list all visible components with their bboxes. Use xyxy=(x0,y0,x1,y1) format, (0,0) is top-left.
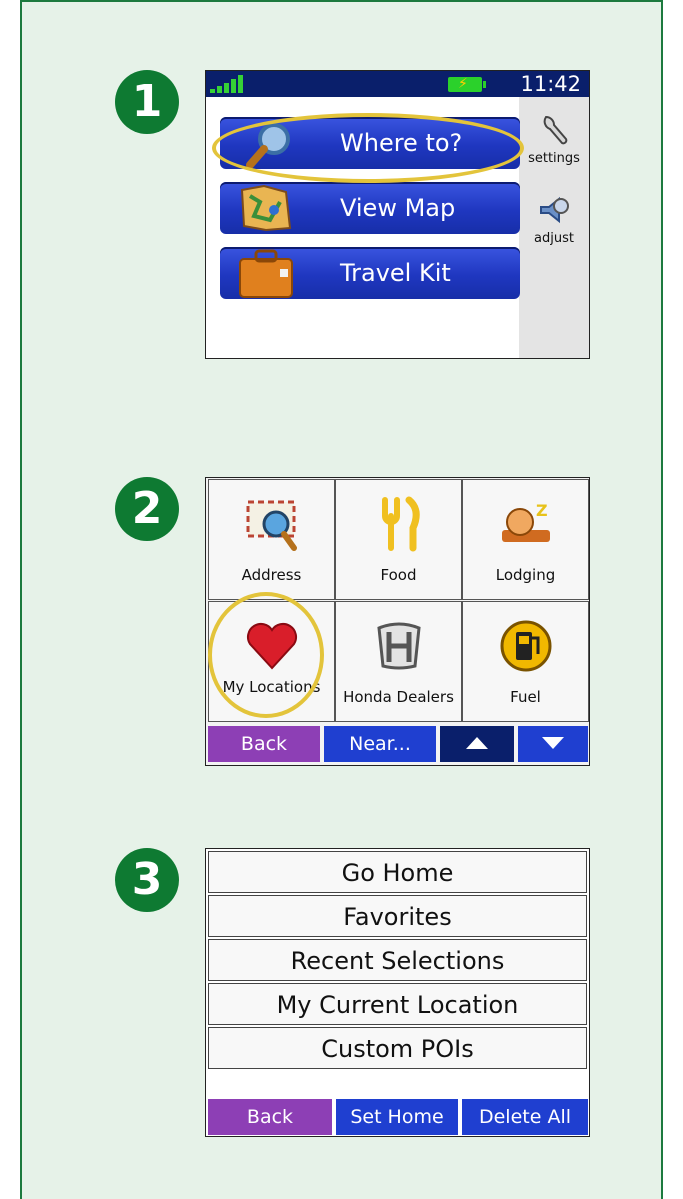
view-map-label: View Map xyxy=(340,194,456,222)
category-label: Honda Dealers xyxy=(343,688,454,706)
delete-all-button[interactable]: Delete All xyxy=(462,1099,588,1135)
fork-knife-icon xyxy=(382,496,420,552)
category-label: Lodging xyxy=(495,566,556,584)
honda-logo-icon xyxy=(377,622,421,670)
adjust-button[interactable]: adjust xyxy=(519,193,589,246)
list-item-custom-pois[interactable]: Custom POIs xyxy=(208,1027,587,1069)
step-2-badge: 2 xyxy=(115,477,179,541)
view-map-button[interactable]: View Map xyxy=(220,182,520,234)
fuel-pump-icon xyxy=(500,620,552,672)
svg-text:Z: Z xyxy=(536,501,548,520)
category-lodging[interactable]: Z Lodging xyxy=(462,479,589,600)
category-label: Address xyxy=(241,566,302,584)
back-button[interactable]: Back xyxy=(208,1099,332,1135)
signal-bars-icon xyxy=(210,75,243,93)
adjust-label: adjust xyxy=(534,231,574,246)
status-bar: ⚡ 11:42 xyxy=(206,71,589,97)
wrench-icon xyxy=(543,115,568,145)
category-food[interactable]: Food xyxy=(335,479,462,600)
step-1-badge: 1 xyxy=(115,70,179,134)
category-honda-dealers[interactable]: Honda Dealers xyxy=(335,601,462,722)
my-locations-screen: Go Home Favorites Recent Selections My C… xyxy=(205,848,590,1137)
travel-kit-button[interactable]: Travel Kit xyxy=(220,247,520,299)
category-address[interactable]: Address xyxy=(208,479,335,600)
address-envelope-icon xyxy=(246,500,297,551)
sleeping-face-icon: Z xyxy=(502,501,550,542)
map-icon xyxy=(240,184,292,232)
scroll-up-button[interactable] xyxy=(440,726,514,762)
list-item-recent-selections[interactable]: Recent Selections xyxy=(208,939,587,981)
suitcase-icon xyxy=(239,249,293,298)
clock: 11:42 xyxy=(520,72,581,96)
where-to-highlight xyxy=(212,113,524,183)
arrow-down-icon xyxy=(542,737,564,749)
set-home-button[interactable]: Set Home xyxy=(336,1099,458,1135)
step-3-badge: 3 xyxy=(115,848,179,912)
travel-kit-label: Travel Kit xyxy=(340,259,451,287)
list-item-my-current-location[interactable]: My Current Location xyxy=(208,983,587,1025)
scroll-down-button[interactable] xyxy=(518,726,588,762)
speaker-icon xyxy=(540,196,569,224)
settings-label: settings xyxy=(528,151,580,166)
category-label: Fuel xyxy=(510,688,541,706)
near-button[interactable]: Near... xyxy=(324,726,436,762)
settings-button[interactable]: settings xyxy=(519,113,589,166)
my-locations-highlight xyxy=(208,592,324,718)
arrow-up-icon xyxy=(466,737,488,749)
list-item-go-home[interactable]: Go Home xyxy=(208,851,587,893)
battery-icon: ⚡ xyxy=(448,76,486,92)
list-item-favorites[interactable]: Favorites xyxy=(208,895,587,937)
category-fuel[interactable]: Fuel xyxy=(462,601,589,722)
back-button[interactable]: Back xyxy=(208,726,320,762)
category-label: Food xyxy=(380,566,417,584)
